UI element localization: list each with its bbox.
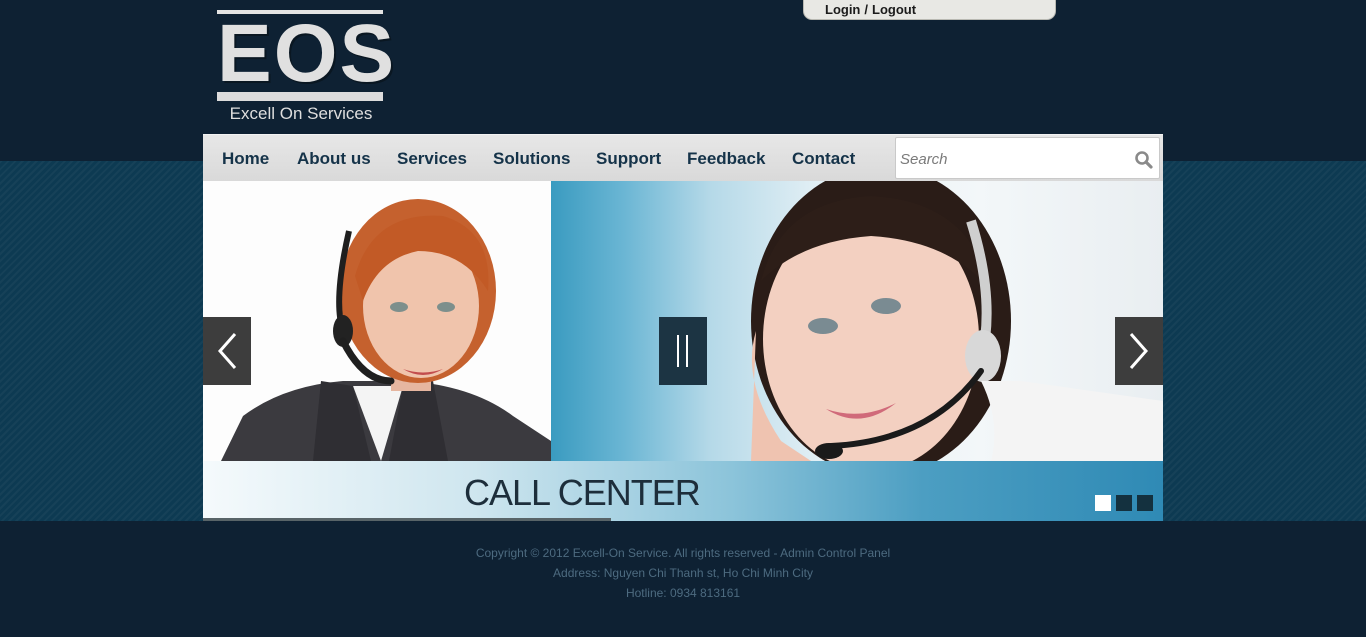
prev-slide-button[interactable] <box>203 317 251 385</box>
nav-feedback[interactable]: Feedback <box>687 149 765 169</box>
main-navigation: Home About us Services Solutions Support… <box>203 134 1163 181</box>
hero-slider: CALL CENTER <box>203 181 1163 521</box>
slide-caption: CALL CENTER <box>464 472 701 513</box>
login-link[interactable]: Login <box>825 2 860 17</box>
slide-dot-2[interactable] <box>1116 495 1132 511</box>
logo-wordmark: EOS <box>217 8 397 99</box>
pause-slideshow-button[interactable] <box>659 317 707 385</box>
search-input[interactable] <box>900 148 1125 170</box>
auth-separator: / <box>864 2 869 17</box>
nav-about-us[interactable]: About us <box>297 149 371 169</box>
chevron-left-icon <box>217 333 237 369</box>
nav-support[interactable]: Support <box>596 149 661 169</box>
chevron-right-icon <box>1129 333 1149 369</box>
magnifier-icon <box>1135 151 1153 169</box>
footer-address: Address: Nguyen Chi Thanh st, Ho Chi Min… <box>553 566 813 580</box>
logo-subtitle: Excell On Services <box>229 104 373 123</box>
nav-services[interactable]: Services <box>397 149 467 169</box>
slide-photo-agent-redhead <box>203 181 551 461</box>
eos-logo[interactable]: EOS Excell On Services <box>217 8 397 128</box>
auth-tab: Login / Logout <box>803 0 1056 20</box>
slide-progress-bar <box>203 518 611 521</box>
nav-contact[interactable]: Contact <box>792 149 855 169</box>
slide-photo-agent-brunette <box>551 181 1163 461</box>
search-box <box>895 137 1160 179</box>
nav-solutions[interactable]: Solutions <box>493 149 570 169</box>
slide-dot-1[interactable] <box>1095 495 1111 511</box>
logout-link[interactable]: Logout <box>872 2 916 17</box>
search-button[interactable] <box>1134 150 1154 170</box>
footer: Copyright © 2012 Excell-On Service. All … <box>0 543 1366 603</box>
slide-caption-bar: CALL CENTER <box>203 461 1163 521</box>
footer-hotline: Hotline: 0934 813161 <box>625 586 741 600</box>
slide-dot-3[interactable] <box>1137 495 1153 511</box>
pause-icon <box>677 335 688 367</box>
nav-home[interactable]: Home <box>222 149 269 169</box>
next-slide-button[interactable] <box>1115 317 1163 385</box>
logo-bottom-bar <box>217 92 383 101</box>
footer-copyright: Copyright © 2012 Excell-On Service. All … <box>475 546 891 560</box>
